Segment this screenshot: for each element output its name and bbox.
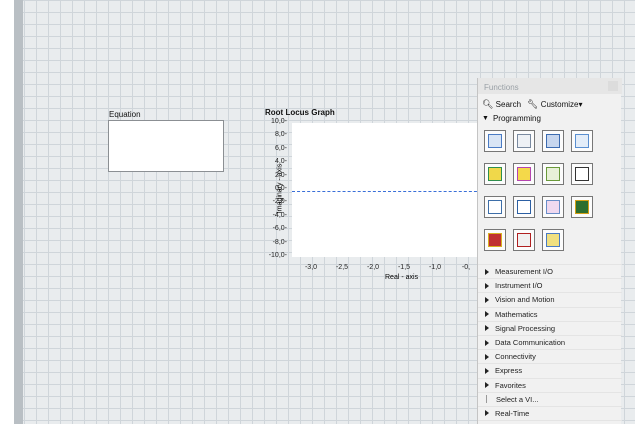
x-tick-label: -2,5 — [335, 264, 349, 271]
palette-category-label: Data Communication — [495, 338, 566, 348]
palette-title: Functions — [484, 83, 519, 92]
palette-category-item[interactable]: Select a VI... — [478, 391, 622, 406]
close-icon[interactable] — [608, 81, 618, 91]
waveform-icon[interactable] — [542, 196, 564, 218]
x-axis-label: Real - axis — [385, 274, 419, 281]
vertical-splitter[interactable] — [14, 0, 23, 435]
palette-category-item[interactable]: Real-Time — [478, 405, 622, 420]
palette-category-item[interactable]: Signal Processing — [478, 320, 622, 335]
dialog-icon[interactable] — [484, 196, 506, 218]
expand-triangle-icon — [485, 282, 489, 289]
structures-icon[interactable] — [484, 130, 506, 152]
customize-button[interactable]: 🔧︎ Customize▾ — [527, 99, 582, 110]
expand-triangle-icon: ▼ — [482, 115, 489, 122]
graph-plot-area[interactable] — [292, 123, 482, 257]
palette-category-label: Vision and Motion — [495, 295, 555, 305]
expand-triangle-icon — [485, 325, 489, 332]
equation-input[interactable] — [108, 120, 224, 172]
x-tick-label: -1,0 — [428, 264, 442, 271]
palette-category-item[interactable]: Data Communication — [478, 334, 622, 349]
x-tick-label: -0, — [461, 264, 471, 271]
expand-triangle-icon — [485, 367, 489, 374]
palette-category-label: Select a VI... — [496, 394, 539, 404]
file-io-icon[interactable] — [513, 196, 535, 218]
cluster-icon[interactable] — [542, 130, 564, 152]
y-tick-label: 8,0- — [274, 131, 287, 139]
graph-title: Root Locus Graph — [265, 108, 335, 117]
palette-category-item[interactable]: Connectivity — [478, 349, 622, 363]
equation-label: Equation — [109, 110, 141, 119]
palette-category-label: Express — [495, 366, 523, 376]
programming-section-header[interactable]: ▼ Programming — [482, 114, 541, 123]
window-left-margin — [0, 0, 14, 435]
timing-icon[interactable] — [571, 163, 593, 185]
search-label: Search — [495, 100, 522, 109]
palette-category-label: Mathematics — [495, 309, 538, 319]
palette-category-label: Signal Processing — [495, 323, 556, 333]
comparison-icon[interactable] — [542, 163, 564, 185]
boolean-icon[interactable] — [484, 163, 506, 185]
string-icon[interactable] — [513, 163, 535, 185]
palette-category-item[interactable]: Measurement I/O — [478, 264, 622, 278]
graphics-sound-icon[interactable] — [513, 229, 535, 251]
x-tick-label: -3,0 — [304, 264, 318, 271]
x-tick-label: -2,0 — [366, 264, 380, 271]
palette-category-item[interactable]: Favorites — [478, 377, 622, 392]
palette-category-list: Measurement I/O Instrument I/O Vision and … — [478, 264, 622, 434]
programming-section-label: Programming — [492, 114, 541, 123]
palette-category-label: Favorites — [495, 380, 526, 390]
palette-category-item[interactable]: Mathematics — [478, 306, 622, 321]
palette-category-item[interactable]: Express — [478, 363, 622, 377]
functions-palette[interactable]: Functions 🔍︎ Search 🔧︎ Customize▾ ▼ Prog… — [477, 78, 622, 435]
search-button[interactable]: 🔍︎ Search — [482, 99, 521, 110]
customize-label: Customize▾ — [540, 100, 583, 109]
expand-triangle-icon — [485, 410, 489, 417]
array-icon[interactable] — [513, 130, 535, 152]
expand-triangle-icon — [485, 311, 489, 318]
expand-triangle-icon — [485, 339, 489, 346]
application-control-icon[interactable] — [571, 196, 593, 218]
synchronization-icon[interactable] — [484, 229, 506, 251]
programming-icon-grid — [484, 130, 604, 259]
numeric-icon[interactable] — [571, 130, 593, 152]
palette-category-label: Measurement I/O — [495, 267, 553, 277]
palette-category-item[interactable]: Vision and Motion — [478, 292, 622, 306]
y-tick-label: 10,0- — [271, 118, 287, 125]
y-axis-label: Imaginary - axis — [276, 163, 284, 214]
separator-icon — [486, 395, 487, 404]
expand-triangle-icon — [485, 382, 489, 389]
window-bottom-margin — [0, 424, 635, 435]
y-tick-label: -10,0- — [268, 252, 287, 259]
expand-triangle-icon — [485, 353, 489, 360]
palette-category-label: Real-Time — [495, 408, 530, 418]
expand-triangle-icon — [485, 296, 489, 303]
palette-category-label: Connectivity — [495, 352, 536, 362]
palette-titlebar[interactable]: Functions — [478, 78, 622, 94]
zero-line — [292, 191, 482, 192]
wrench-icon: 🔧︎ — [527, 99, 539, 109]
search-icon: 🔍︎ — [482, 99, 494, 109]
y-tick-label: 6,0- — [274, 144, 287, 152]
report-generation-icon[interactable] — [542, 229, 564, 251]
y-tick-label: -6,0- — [272, 225, 287, 233]
expand-triangle-icon — [485, 268, 489, 275]
palette-category-label: Instrument I/O — [495, 281, 543, 291]
y-tick-label: -8,0- — [272, 238, 287, 246]
x-tick-label: -1,5 — [397, 264, 411, 271]
palette-toolbar: 🔍︎ Search 🔧︎ Customize▾ — [482, 99, 583, 110]
palette-category-item[interactable]: Instrument I/O — [478, 278, 622, 292]
